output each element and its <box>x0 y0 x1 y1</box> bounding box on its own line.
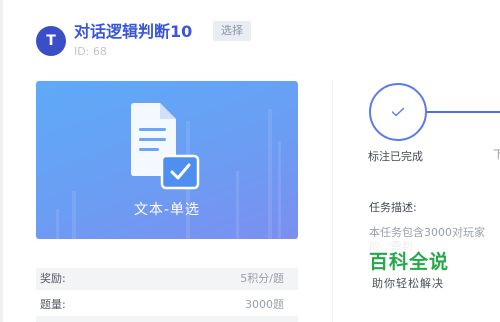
watermark-subtitle: 助你轻松解决 <box>372 277 444 290</box>
task-detail-page: T 对话逻辑判断10 选择 ID: 68 文本-单选 奖励: 5积分/题 题量:… <box>0 0 500 322</box>
banner-label: 文本-单选 <box>133 202 201 218</box>
watermark-title: 百科全说 <box>369 251 450 273</box>
task-id: ID: 68 <box>74 45 107 58</box>
step-completed-circle <box>369 83 427 141</box>
reward-label: 奖励: <box>40 272 66 285</box>
select-button[interactable]: 选择 <box>213 21 251 41</box>
description-label: 任务描述: <box>369 201 417 214</box>
step-label-completed: 标注已完成 <box>368 150 423 163</box>
info-row-quantity: 题量: 3000题 <box>36 294 298 316</box>
task-avatar: T <box>36 26 66 56</box>
task-title: 对话逻辑判断10 <box>74 22 193 41</box>
task-type-banner[interactable]: 文本-单选 <box>36 81 298 239</box>
reward-value: 5积分/题 <box>240 272 284 285</box>
step-connector-line <box>427 111 500 113</box>
step-label-next: 下 <box>493 148 500 161</box>
left-edge-divider <box>0 0 3 322</box>
check-icon <box>391 107 405 117</box>
quantity-value: 3000题 <box>245 298 284 311</box>
info-row-next <box>36 316 298 322</box>
info-row-reward: 奖励: 5积分/题 <box>36 268 298 290</box>
column-divider <box>332 81 333 322</box>
quantity-label: 题量: <box>40 298 66 311</box>
